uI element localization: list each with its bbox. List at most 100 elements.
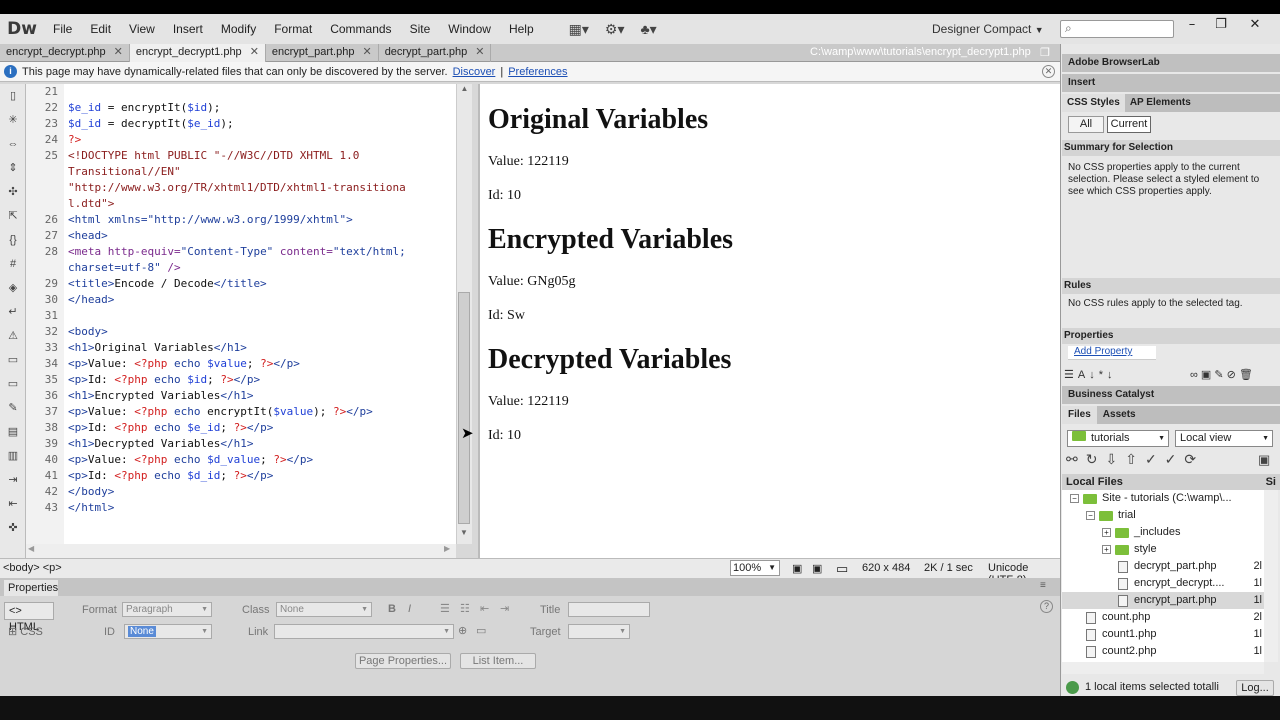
design-value-original[interactable]: Value: 122119 <box>488 154 1060 170</box>
expand-icon[interactable]: + <box>1102 528 1111 537</box>
indent-list-icon[interactable]: ⇥ <box>500 602 509 615</box>
outdent-list-icon[interactable]: ⇤ <box>480 602 489 615</box>
scroll-down-icon[interactable]: ▼ <box>460 528 468 537</box>
select-parent-tag-icon[interactable]: ⇱ <box>0 204 26 228</box>
code-line[interactable]: <title>Encode / Decode</title> <box>64 276 456 292</box>
close-info-icon[interactable]: ✕ <box>1042 65 1055 78</box>
expand-panel-icon[interactable]: ▣ <box>1258 452 1270 468</box>
code-line[interactable]: $d_id = decryptIt($e_id); <box>64 116 456 132</box>
collapse-icon[interactable]: − <box>1070 494 1079 503</box>
tree-file[interactable]: decrypt_part.php 2l <box>1062 558 1264 575</box>
business-catalyst-header[interactable]: Business Catalyst <box>1062 386 1280 404</box>
discover-link[interactable]: Discover <box>453 66 496 78</box>
tab-encrypt-part-php[interactable]: encrypt_part.php ✕ <box>266 44 379 62</box>
collapse-icon[interactable]: − <box>1086 511 1095 520</box>
view-select[interactable]: Local view ▼ <box>1175 430 1273 447</box>
tree-file[interactable]: encrypt_decrypt.... 1l <box>1062 575 1264 592</box>
recent-snippets-icon[interactable]: ▤ <box>0 420 26 444</box>
file-tree-icon[interactable]: ✳ <box>0 108 26 132</box>
menu-modify[interactable]: Modify <box>212 14 265 44</box>
put-files-icon[interactable]: ⇧ <box>1125 451 1145 467</box>
bold-button[interactable]: B <box>388 603 396 615</box>
tree-folder[interactable]: − trial <box>1062 507 1264 524</box>
tab-close-icon[interactable]: ✕ <box>362 44 371 62</box>
code-line[interactable]: <p>Id: <?php echo $e_id; ?></p> <box>64 420 456 436</box>
design-id-decrypted[interactable]: Id: 10 <box>488 428 1060 444</box>
word-wrap-icon[interactable]: ↵ <box>0 300 26 324</box>
tab-close-icon[interactable]: ✕ <box>250 44 259 62</box>
code-line[interactable]: <h1>Original Variables</h1> <box>64 340 456 356</box>
menu-file[interactable]: File <box>44 14 81 44</box>
format-select[interactable]: Paragraph ▼ <box>122 602 212 617</box>
tree-hscrollbar[interactable] <box>1062 662 1264 674</box>
menu-window[interactable]: Window <box>439 14 500 44</box>
layout-icon[interactable]: ▦▾ <box>561 14 597 44</box>
balance-braces-icon[interactable]: {} <box>0 228 26 252</box>
panel-menu-icon[interactable]: ≡ <box>1040 580 1046 591</box>
code-line[interactable]: <meta http-equiv="Content-Type" content=… <box>64 244 456 260</box>
link-input[interactable]: ▼ <box>274 624 454 639</box>
design-id-encrypted[interactable]: Id: Sw <box>488 308 1060 324</box>
code-line[interactable]: charset=utf-8" /> <box>64 260 456 276</box>
restore-icon[interactable]: ❐ <box>1040 46 1050 59</box>
connect-icon[interactable]: ⚯ <box>1066 451 1086 467</box>
design-id-original[interactable]: Id: 10 <box>488 188 1060 204</box>
add-property-link[interactable]: Add Property <box>1068 346 1156 360</box>
edit-rule-icon[interactable]: ✎ <box>1214 369 1223 381</box>
indent-icon[interactable]: ⇥ <box>0 468 26 492</box>
collapse-selection-icon[interactable]: ⇕ <box>0 156 26 180</box>
design-view[interactable]: Original Variables Value: 122119 Id: 10 … <box>478 84 1060 558</box>
tree-file[interactable]: count1.php 1l <box>1062 626 1264 643</box>
ap-elements-tab[interactable]: AP Elements <box>1125 94 1196 112</box>
check-in-icon[interactable]: ✓ <box>1165 451 1185 467</box>
design-h1-encrypted[interactable]: Encrypted Variables <box>488 224 1060 256</box>
maximize-button[interactable]: ❐ <box>1204 14 1238 36</box>
log-button[interactable]: Log... <box>1236 680 1274 696</box>
help-icon[interactable]: ? <box>1040 600 1053 613</box>
tree-scrollbar[interactable] <box>1264 490 1278 662</box>
css-styles-tab[interactable]: CSS Styles <box>1062 94 1125 112</box>
code-line[interactable]: ?> <box>64 132 456 148</box>
browse-folder-icon[interactable]: ▭ <box>476 624 486 637</box>
move-css-icon[interactable]: ▥ <box>0 444 26 468</box>
syntax-error-icon[interactable]: ⚠ <box>0 324 26 348</box>
tree-file[interactable]: encrypt_part.php 1l <box>1062 592 1264 609</box>
category-view-icon[interactable]: ☰ <box>1064 369 1078 381</box>
page-properties-button[interactable]: Page Properties... <box>355 653 451 669</box>
tree-folder[interactable]: + _includes <box>1062 524 1264 541</box>
code-line[interactable]: "http://www.w3.org/TR/xhtml1/DTD/xhtml1-… <box>64 180 456 196</box>
attach-stylesheet-icon[interactable]: ∞ <box>1190 369 1198 381</box>
insert-panel-header[interactable]: Insert <box>1062 74 1280 92</box>
code-line[interactable]: </body> <box>64 484 456 500</box>
code-line[interactable]: <p>Value: <?php echo $d_value; ?></p> <box>64 452 456 468</box>
gear-icon[interactable]: ⚙▾ <box>597 14 633 44</box>
expand-all-icon[interactable]: ✣ <box>0 180 26 204</box>
delete-rule-icon[interactable]: 🗑 <box>1239 369 1253 381</box>
apply-comment-icon[interactable]: ▭ <box>0 348 26 372</box>
refresh-icon[interactable]: ↻ <box>1086 451 1106 467</box>
code-line[interactable]: <html xmlns="http://www.w3.org/1999/xhtm… <box>64 212 456 228</box>
id-select[interactable]: None ▼ <box>124 624 212 639</box>
expand-icon[interactable]: + <box>1102 545 1111 554</box>
code-line[interactable]: </head> <box>64 292 456 308</box>
menu-format[interactable]: Format <box>265 14 321 44</box>
workspace-switcher[interactable]: Designer Compact ▼ <box>932 14 1044 44</box>
sync-icon[interactable]: ⟳ <box>1184 451 1204 467</box>
close-button[interactable]: ✕ <box>1238 14 1272 36</box>
css-mode-button[interactable]: ⊞ CSS <box>4 624 54 640</box>
alpha-view-icon[interactable]: A↓ <box>1078 369 1099 381</box>
site-select[interactable]: tutorials ▼ <box>1067 430 1169 447</box>
tab-close-icon[interactable]: ✕ <box>114 44 123 62</box>
tree-file[interactable]: count.php 2l <box>1062 609 1264 626</box>
menu-commands[interactable]: Commands <box>321 14 400 44</box>
code-line[interactable] <box>64 308 456 324</box>
tree-folder[interactable]: + style <box>1062 541 1264 558</box>
new-rule-icon[interactable]: ▣ <box>1201 369 1211 381</box>
outdent-icon[interactable]: ⇤ <box>0 492 26 516</box>
properties-tab[interactable]: Properties <box>4 580 58 596</box>
tag-selector[interactable]: <body> <p> <box>3 562 62 574</box>
code-line[interactable]: <!DOCTYPE html PUBLIC "-//W3C//DTD XHTML… <box>64 148 456 164</box>
tab-close-icon[interactable]: ✕ <box>475 44 484 62</box>
tree-file[interactable]: count2.php 1l <box>1062 643 1264 660</box>
check-out-icon[interactable]: ✓ <box>1145 451 1165 467</box>
